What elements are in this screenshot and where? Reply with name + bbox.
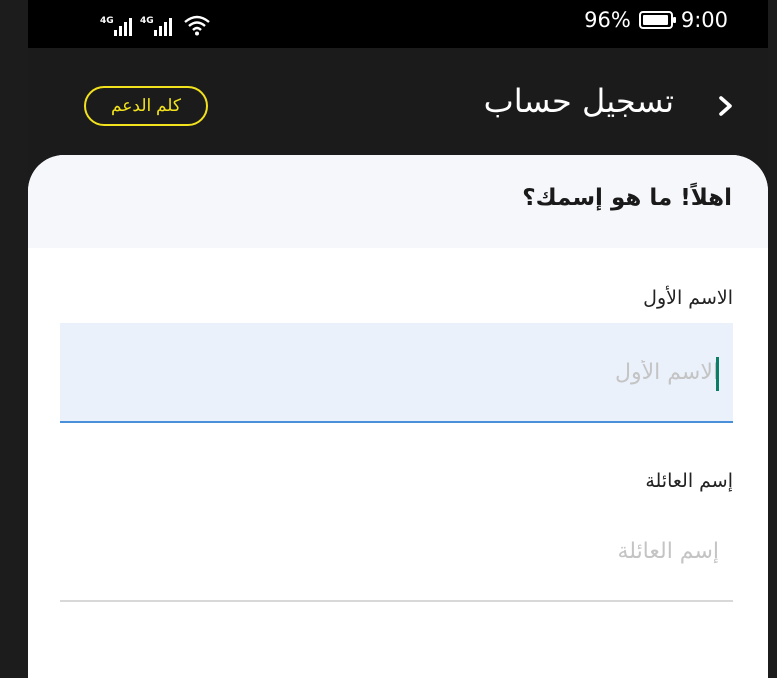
contact-support-button[interactable]: كلم الدعم (84, 86, 208, 126)
status-icons-right: 96% 9:00 (584, 8, 728, 32)
card-header: اهلاً! ما هو إسمك؟ (28, 155, 768, 248)
back-button[interactable] (712, 88, 740, 124)
text-caret (716, 357, 719, 391)
registration-card: اهلاً! ما هو إسمك؟ الاسم الأول إسم العائ… (28, 155, 768, 678)
clock: 9:00 (680, 8, 728, 32)
last-name-field: إسم العائلة (60, 468, 733, 608)
chevron-right-icon (719, 96, 732, 116)
battery-fill (642, 15, 668, 25)
wifi-icon (184, 15, 210, 36)
phone-screen: 4G 4G 96% 9:00 كلم الدعم تسجيل حساب اهلا… (28, 0, 768, 678)
status-bar: 4G 4G 96% 9:00 (28, 0, 768, 48)
first-name-label: الاسم الأول (643, 287, 733, 309)
first-name-field: الاسم الأول (60, 285, 733, 425)
first-name-input[interactable] (60, 323, 733, 423)
last-name-input[interactable] (60, 502, 733, 602)
app-header: كلم الدعم تسجيل حساب (28, 48, 768, 168)
signal-icon: 4G (140, 16, 172, 36)
network-type-label: 4G (140, 16, 154, 26)
card-title: اهلاً! ما هو إسمك؟ (522, 185, 732, 211)
status-icons-left: 4G 4G (100, 10, 210, 36)
last-name-label: إسم العائلة (645, 470, 733, 492)
signal-icon: 4G (100, 16, 132, 36)
page-title: تسجيل حساب (483, 82, 674, 120)
battery-icon (638, 11, 676, 29)
battery-percentage: 96% (584, 8, 631, 32)
network-type-label: 4G (100, 16, 114, 26)
